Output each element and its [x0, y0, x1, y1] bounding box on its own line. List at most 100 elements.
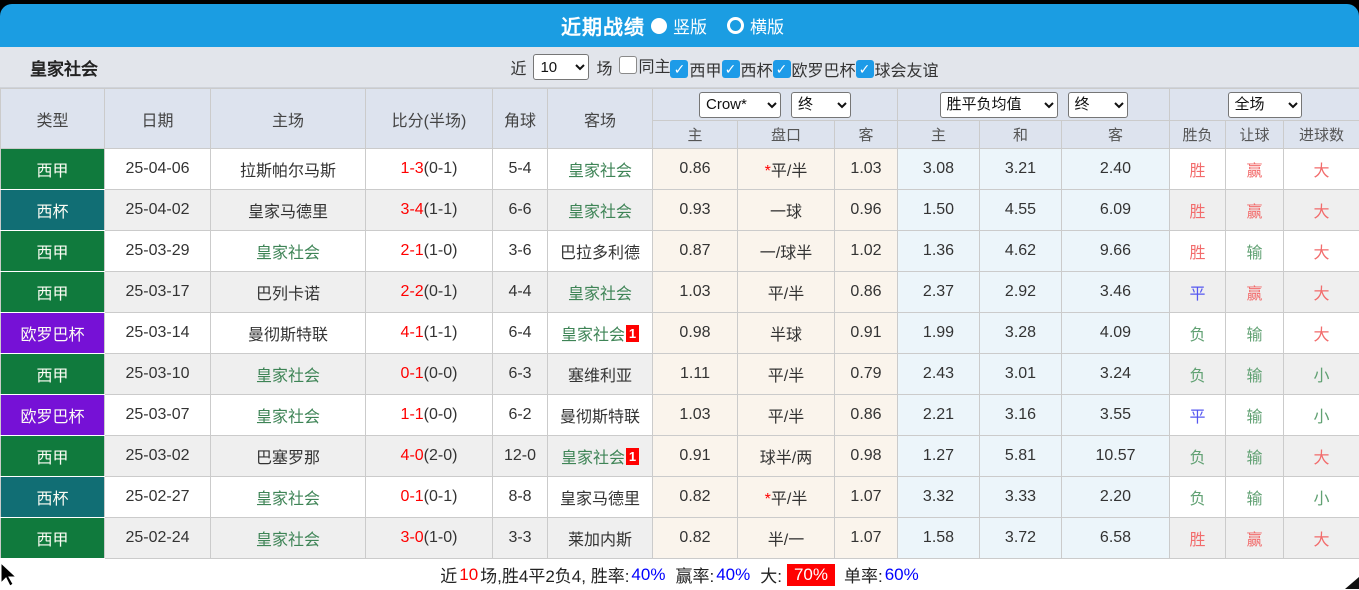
filter-checkbox-item[interactable]: ✓西甲: [670, 57, 721, 81]
match-date: 25-03-02: [105, 436, 211, 477]
handicap-group-header: Crow* 终: [653, 89, 898, 121]
away-team: 塞维利亚: [548, 354, 653, 395]
corners-cell: 6-3: [493, 354, 548, 395]
handicap-line: 平/半: [738, 272, 835, 313]
score-cell: 3-4(1-1): [366, 190, 493, 231]
checked-checkbox-icon[interactable]: ✓: [856, 60, 874, 78]
home-team: 皇家社会: [211, 477, 366, 518]
result-scope-select[interactable]: 全场: [1228, 92, 1302, 118]
avg-odds-select[interactable]: 胜平负均值: [940, 92, 1058, 118]
table-row: 西甲 25-03-17 巴列卡诺 2-2(0-1) 4-4 皇家社会 1.03 …: [1, 272, 1359, 313]
recent-count-select[interactable]: 10: [533, 54, 589, 80]
team-name: 皇家社会: [30, 55, 98, 80]
checked-checkbox-icon[interactable]: ✓: [670, 60, 688, 78]
radio-icon[interactable]: [651, 18, 667, 34]
home-team: 巴塞罗那: [211, 436, 366, 477]
score-cell: 0-1(0-0): [366, 354, 493, 395]
layout-option-horizontal[interactable]: 横版: [727, 13, 784, 38]
col-header-away: 客场: [548, 89, 653, 149]
title-bar: 近期战绩 竖版 横版: [0, 4, 1359, 47]
avg-draw-odds: 3.33: [980, 477, 1062, 518]
filter-checkbox-item[interactable]: ✓欧罗巴杯: [773, 57, 856, 81]
handicap-company-select[interactable]: Crow*: [699, 92, 781, 118]
match-date: 25-04-02: [105, 190, 211, 231]
handicap-away-odds: 0.86: [835, 395, 898, 436]
avg-draw-odds: 4.55: [980, 190, 1062, 231]
handicap-result: 输: [1226, 477, 1284, 518]
handicap-away-odds: 0.86: [835, 272, 898, 313]
avg-home-odds: 1.58: [898, 518, 980, 559]
sub-header-goals: 进球数: [1284, 121, 1359, 149]
competition-type-badge: 西杯: [1, 477, 105, 518]
handicap-home-odds: 1.03: [653, 272, 738, 313]
match-date: 25-03-14: [105, 313, 211, 354]
goals-result: 大: [1284, 231, 1359, 272]
goals-result: 大: [1284, 313, 1359, 354]
handicap-away-odds: 0.91: [835, 313, 898, 354]
summary-text: 近: [440, 562, 457, 587]
filter-checkbox-label: 西甲: [689, 57, 721, 81]
avg-draw-odds: 3.21: [980, 149, 1062, 190]
handicap-line: *平/半: [738, 477, 835, 518]
handicap-time-select[interactable]: 终: [791, 92, 851, 118]
table-row: 西甲 25-03-02 巴塞罗那 4-0(2-0) 12-0 皇家社会1 0.9…: [1, 436, 1359, 477]
competition-type-badge: 西甲: [1, 518, 105, 559]
table-row: 西甲 25-02-24 皇家社会 3-0(1-0) 3-3 莱加内斯 0.82 …: [1, 518, 1359, 559]
handicap-line: 一/球半: [738, 231, 835, 272]
home-team: 曼彻斯特联: [211, 313, 366, 354]
col-header-score: 比分(半场): [366, 89, 493, 149]
handicap-result: 输: [1226, 436, 1284, 477]
corners-cell: 8-8: [493, 477, 548, 518]
filter-checkbox-item[interactable]: 同主: [619, 53, 670, 77]
match-date: 25-03-07: [105, 395, 211, 436]
unchecked-checkbox-icon[interactable]: [619, 56, 637, 74]
competition-type-badge: 西甲: [1, 354, 105, 395]
layout-option-vertical[interactable]: 竖版: [651, 13, 707, 38]
goals-result: 大: [1284, 190, 1359, 231]
filter-checkbox-item[interactable]: ✓西杯: [722, 57, 773, 81]
corners-cell: 12-0: [493, 436, 548, 477]
avg-away-odds: 10.57: [1062, 436, 1170, 477]
home-team: 皇家社会: [211, 395, 366, 436]
avg-away-odds: 9.66: [1062, 231, 1170, 272]
home-team: 巴列卡诺: [211, 272, 366, 313]
filter-controls: 近 10 场 同主✓西甲✓西杯✓欧罗巴杯✓球会友谊: [510, 53, 938, 82]
table-row: 欧罗巴杯 25-03-07 皇家社会 1-1(0-0) 6-2 曼彻斯特联 1.…: [1, 395, 1359, 436]
table-row: 西甲 25-04-06 拉斯帕尔马斯 1-3(0-1) 5-4 皇家社会 0.8…: [1, 149, 1359, 190]
handicap-home-odds: 0.86: [653, 149, 738, 190]
match-date: 25-04-06: [105, 149, 211, 190]
handicap-home-odds: 1.03: [653, 395, 738, 436]
corners-cell: 3-3: [493, 518, 548, 559]
score-cell: 4-0(2-0): [366, 436, 493, 477]
sub-header-avg-home: 主: [898, 121, 980, 149]
avg-draw-odds: 3.28: [980, 313, 1062, 354]
goals-result: 大: [1284, 149, 1359, 190]
handicap-away-odds: 0.96: [835, 190, 898, 231]
filter-checkbox-label: 欧罗巴杯: [792, 57, 856, 81]
avg-time-select[interactable]: 终: [1068, 92, 1128, 118]
avg-home-odds: 3.08: [898, 149, 980, 190]
match-date: 25-03-17: [105, 272, 211, 313]
handicap-away-odds: 0.98: [835, 436, 898, 477]
avg-draw-odds: 3.01: [980, 354, 1062, 395]
handicap-away-odds: 1.03: [835, 149, 898, 190]
red-card-badge: 1: [626, 325, 639, 342]
avg-odds-group-header: 胜平负均值 终: [898, 89, 1170, 121]
competition-type-badge: 欧罗巴杯: [1, 395, 105, 436]
corners-cell: 3-6: [493, 231, 548, 272]
table-row: 西杯 25-02-27 皇家社会 0-1(0-1) 8-8 皇家马德里 0.82…: [1, 477, 1359, 518]
handicap-away-odds: 1.02: [835, 231, 898, 272]
over-rate-badge: 70%: [787, 564, 835, 586]
handicap-result: 输: [1226, 313, 1284, 354]
checked-checkbox-icon[interactable]: ✓: [773, 60, 791, 78]
goals-result: 小: [1284, 395, 1359, 436]
checked-checkbox-icon[interactable]: ✓: [722, 60, 740, 78]
avg-home-odds: 1.50: [898, 190, 980, 231]
avg-away-odds: 3.55: [1062, 395, 1170, 436]
avg-draw-odds: 3.72: [980, 518, 1062, 559]
recent-count: 10: [459, 565, 478, 585]
col-header-corners: 角球: [493, 89, 548, 149]
filter-checkbox-item[interactable]: ✓球会友谊: [856, 57, 939, 81]
radio-icon[interactable]: [727, 17, 744, 34]
competition-type-badge: 西甲: [1, 436, 105, 477]
